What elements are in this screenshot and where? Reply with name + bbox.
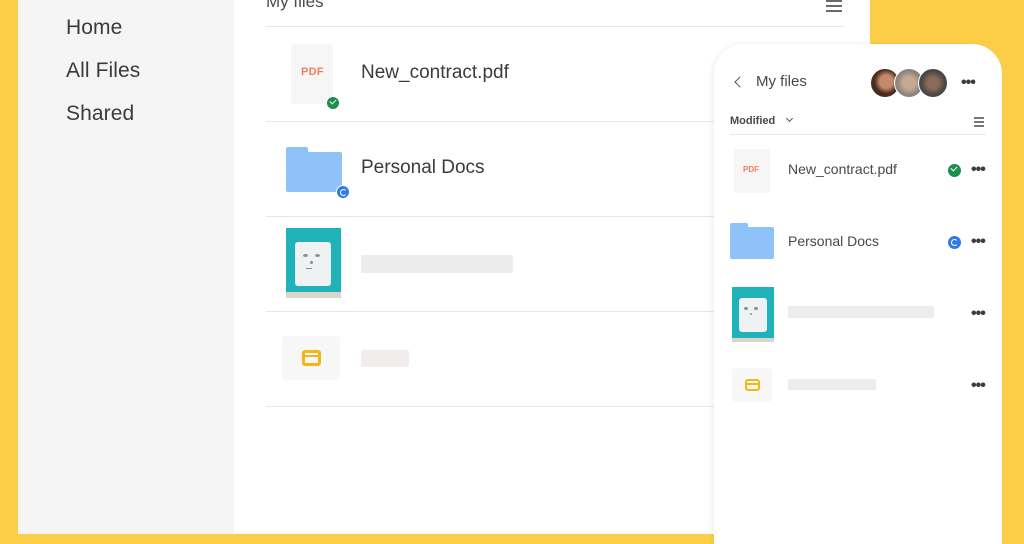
image-thumbnail <box>732 287 774 342</box>
list-view-icon[interactable] <box>974 117 984 129</box>
more-options-icon[interactable]: ••• <box>961 75 976 91</box>
pdf-file-icon: PDF <box>734 149 770 193</box>
file-name: New_contract.pdf <box>361 62 509 83</box>
pdf-label: PDF <box>301 66 324 78</box>
chevron-left-icon[interactable] <box>734 76 746 88</box>
file-name-placeholder <box>361 255 513 273</box>
page-title: My files <box>266 0 324 11</box>
list-item[interactable]: PDF New_contract.pdf ••• <box>714 143 1002 215</box>
more-options-icon[interactable]: ••• <box>971 162 986 178</box>
file-name-placeholder <box>788 306 934 318</box>
slides-file-icon <box>282 336 340 380</box>
file-name-placeholder <box>788 379 876 390</box>
list-item[interactable]: ••• <box>714 287 1002 359</box>
list-item[interactable]: Personal Docs ••• <box>714 215 1002 287</box>
pdf-label: PDF <box>743 165 759 174</box>
mobile-app-panel: My files ••• Modified PDF New_contract.p… <box>714 44 1002 544</box>
folder-icon <box>286 147 342 192</box>
synced-check-icon <box>948 164 961 177</box>
folder-icon <box>730 223 774 259</box>
file-name: New_contract.pdf <box>788 161 897 177</box>
image-thumbnail <box>286 228 341 298</box>
pdf-file-icon: PDF <box>291 44 340 110</box>
slides-file-icon <box>732 368 772 402</box>
synced-check-icon <box>326 96 340 110</box>
divider <box>730 134 986 135</box>
chevron-down-icon[interactable] <box>785 114 794 123</box>
sidebar: Home All Files Shared <box>18 0 234 534</box>
mobile-title: My files <box>756 73 807 90</box>
sidebar-item-all-files[interactable]: All Files <box>66 59 140 83</box>
sort-dropdown[interactable]: Modified <box>730 115 775 127</box>
file-name-placeholder <box>361 350 409 367</box>
sidebar-item-home[interactable]: Home <box>66 16 122 40</box>
syncing-icon <box>948 236 961 249</box>
hamburger-icon[interactable] <box>826 0 842 12</box>
more-options-icon[interactable]: ••• <box>971 378 986 394</box>
sidebar-item-shared[interactable]: Shared <box>66 102 134 126</box>
more-options-icon[interactable]: ••• <box>971 306 986 322</box>
syncing-icon <box>336 185 350 199</box>
more-options-icon[interactable]: ••• <box>971 234 986 250</box>
file-name: Personal Docs <box>788 233 880 249</box>
list-item[interactable]: ••• <box>714 359 1002 431</box>
file-name: Personal Docs <box>361 157 485 178</box>
avatar[interactable] <box>918 68 948 98</box>
